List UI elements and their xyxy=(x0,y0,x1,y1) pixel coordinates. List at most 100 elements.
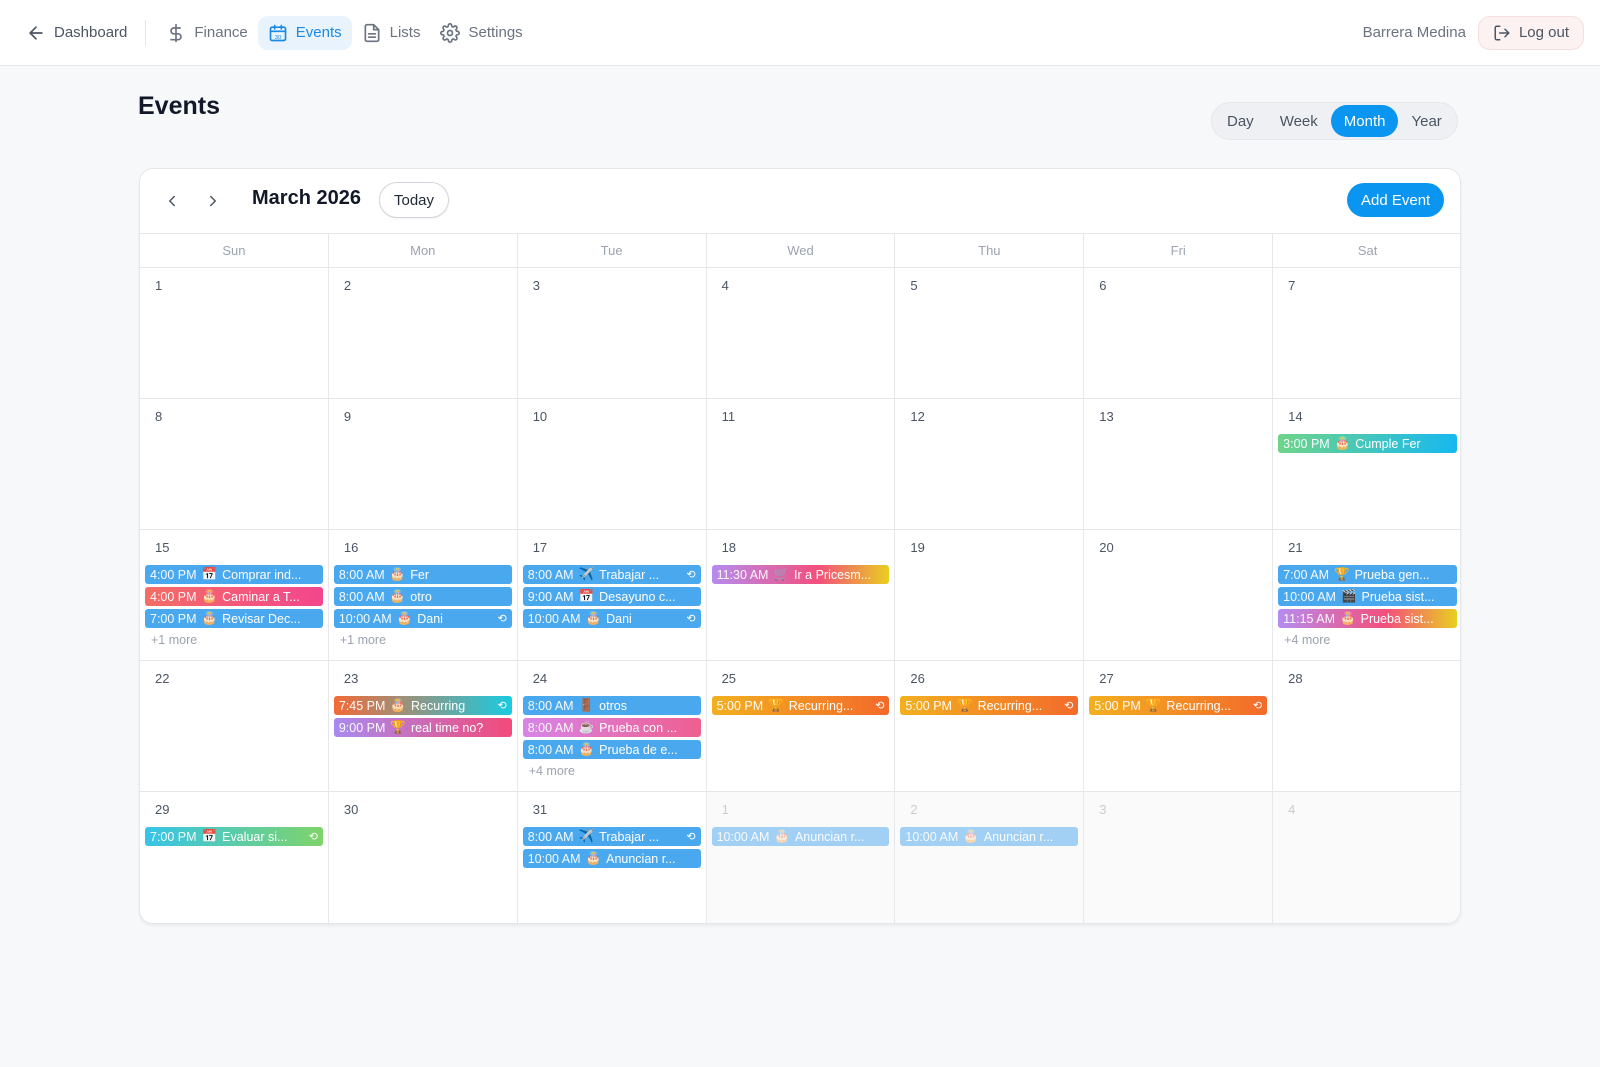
add-event-button[interactable]: Add Event xyxy=(1347,183,1445,217)
day-cell[interactable]: 29 7:00 PM 📅 Evaluar si... ⟲ xyxy=(140,792,329,923)
weekday-label: Fri xyxy=(1084,234,1274,267)
event-emoji-icon: 🚪 xyxy=(578,698,595,712)
event-chip[interactable]: 8:00 AM ☕ Prueba con ... xyxy=(522,718,701,737)
view-year-button[interactable]: Year xyxy=(1398,105,1454,137)
day-cell[interactable]: 27 5:00 PM 🏆 Recurring... ⟲ xyxy=(1084,661,1274,791)
day-cell[interactable]: 10 xyxy=(518,399,707,529)
day-cell[interactable]: 17 8:00 AM ✈️ Trabajar ... ⟲ 9:00 AM 📅 Desayuno… xyxy=(518,530,707,660)
event-chip[interactable]: 8:00 AM 🎂 otro xyxy=(333,587,512,606)
event-chip[interactable]: 7:45 PM 🎂 Recurring ⟲ xyxy=(333,696,512,715)
calendar-header: March 2026 Today Add Event xyxy=(140,169,1460,233)
day-cell[interactable]: 14 3:00 PM 🎂 Cumple Fer xyxy=(1273,399,1460,529)
event-chip[interactable]: 4:00 PM 🎂 Caminar a T... xyxy=(145,587,323,606)
day-cell[interactable]: 25 5:00 PM 🏆 Recurring... ⟲ xyxy=(707,661,896,791)
prev-month-button[interactable] xyxy=(157,186,187,216)
more-events-link[interactable]: +1 more xyxy=(334,633,512,647)
day-cell[interactable]: 23 7:45 PM 🎂 Recurring ⟲ 9:00 PM 🏆 real time no… xyxy=(329,661,518,791)
day-cell[interactable]: 4 xyxy=(1273,792,1460,923)
event-chip[interactable]: 8:00 AM 🎂 Prueba de e... xyxy=(522,740,701,759)
event-chip[interactable]: 7:00 PM 📅 Evaluar si... ⟲ xyxy=(145,827,323,846)
day-cell[interactable]: 5 xyxy=(895,268,1085,398)
view-week-button[interactable]: Week xyxy=(1267,105,1331,137)
day-cell[interactable]: 2 10:00 AM 🎂 Anuncian r... xyxy=(895,792,1085,923)
day-cell[interactable]: 1 xyxy=(140,268,329,398)
week-row: 8 9 10 11 12 13 14 3:00 PM 🎂 Cumple Fer xyxy=(140,399,1460,530)
day-cell[interactable]: 21 7:00 AM 🏆 Prueba gen... 10:00 AM 🎬 Prueba s… xyxy=(1273,530,1460,660)
day-cell[interactable]: 18 11:30 AM 🛒 Ir a Pricesm... xyxy=(707,530,896,660)
next-month-button[interactable] xyxy=(198,186,228,216)
day-cell[interactable]: 6 xyxy=(1084,268,1274,398)
day-cell[interactable]: 24 8:00 AM 🚪 otros 8:00 AM ☕ Prueba con ... 8:0… xyxy=(518,661,707,791)
event-title: Recurring... xyxy=(788,698,854,713)
event-list: 7:00 AM 🏆 Prueba gen... 10:00 AM 🎬 Prueba sis… xyxy=(1278,565,1457,628)
day-number: 12 xyxy=(910,409,925,424)
event-chip[interactable]: 8:00 AM ✈️ Trabajar ... ⟲ xyxy=(522,565,701,584)
event-chip[interactable]: 10:00 AM 🎂 Anuncian r... xyxy=(711,827,890,846)
day-cell[interactable]: 26 5:00 PM 🏆 Recurring... ⟲ xyxy=(895,661,1085,791)
nav-item-finance[interactable]: Finance xyxy=(156,16,257,50)
event-chip[interactable]: 4:00 PM 📅 Comprar ind... xyxy=(145,565,323,584)
event-chip[interactable]: 5:00 PM 🏆 Recurring... ⟲ xyxy=(1089,696,1268,715)
event-chip[interactable]: 10:00 AM 🎂 Anuncian r... xyxy=(522,849,701,868)
day-cell[interactable]: 2 xyxy=(329,268,518,398)
day-cell[interactable]: 12 xyxy=(895,399,1085,529)
day-cell[interactable]: 19 xyxy=(895,530,1085,660)
event-title: otro xyxy=(410,589,432,604)
nav-item-lists[interactable]: Lists xyxy=(352,16,431,50)
event-chip[interactable]: 11:30 AM 🛒 Ir a Pricesm... xyxy=(711,565,890,584)
logout-button[interactable]: Log out xyxy=(1477,15,1584,50)
day-cell[interactable]: 8 xyxy=(140,399,329,529)
day-cell[interactable]: 31 8:00 AM ✈️ Trabajar ... ⟲ 10:00 AM 🎂 Anuncia… xyxy=(518,792,707,923)
recurring-icon: ⟲ xyxy=(497,700,507,712)
day-cell[interactable]: 16 8:00 AM 🎂 Fer 8:00 AM 🎂 otro 10:00 AM 🎂 Dani ⟲ +… xyxy=(329,530,518,660)
event-title: Desayuno c... xyxy=(599,589,676,604)
more-events-link[interactable]: +4 more xyxy=(1278,633,1457,647)
day-cell[interactable]: 7 xyxy=(1273,268,1460,398)
event-chip[interactable]: 7:00 AM 🏆 Prueba gen... xyxy=(1278,565,1457,584)
event-emoji-icon: 🎂 xyxy=(585,851,602,865)
nav-item-settings[interactable]: Settings xyxy=(430,16,532,50)
today-button[interactable]: Today xyxy=(379,182,450,218)
day-cell[interactable]: 4 xyxy=(707,268,896,398)
event-chip[interactable]: 10:00 AM 🎬 Prueba sist... xyxy=(1278,587,1457,606)
week-row: 1 2 3 4 5 6 7 xyxy=(140,268,1460,399)
day-cell[interactable]: 11 xyxy=(707,399,896,529)
event-emoji-icon: 🎂 xyxy=(774,829,790,843)
event-chip[interactable]: 9:00 AM 📅 Desayuno c... xyxy=(522,587,701,606)
more-events-link[interactable]: +1 more xyxy=(145,633,323,647)
event-time: 8:00 AM xyxy=(527,567,574,582)
more-events-link[interactable]: +4 more xyxy=(523,764,701,778)
view-month-button[interactable]: Month xyxy=(1330,105,1399,137)
event-chip[interactable]: 3:00 PM 🎂 Cumple Fer xyxy=(1278,434,1457,453)
day-cell[interactable]: 28 xyxy=(1273,661,1460,791)
day-cell[interactable]: 3 xyxy=(518,268,707,398)
day-cell[interactable]: 15 4:00 PM 📅 Comprar ind... 4:00 PM 🎂 Caminar … xyxy=(140,530,329,660)
month-grid: Sun Mon Tue Wed Thu Fri Sat 1 2 3 4 5 6 7 8 9 10 1… xyxy=(140,233,1460,923)
event-chip[interactable]: 10:00 AM 🎂 Anuncian r... xyxy=(900,827,1079,846)
event-chip[interactable]: 8:00 AM 🎂 Fer xyxy=(333,565,512,584)
event-chip[interactable]: 8:00 AM 🚪 otros xyxy=(522,696,701,715)
event-emoji-icon: ✈️ xyxy=(578,829,595,843)
event-chip[interactable]: 9:00 PM 🏆 real time no? xyxy=(333,718,512,737)
view-day-button[interactable]: Day xyxy=(1214,105,1267,137)
day-cell[interactable]: 9 xyxy=(329,399,518,529)
event-chip[interactable]: 5:00 PM 🏆 Recurring... ⟲ xyxy=(900,696,1079,715)
back-to-dashboard-link[interactable]: Dashboard xyxy=(16,16,145,50)
day-cell[interactable]: 20 xyxy=(1084,530,1274,660)
event-chip[interactable]: 10:00 AM 🎂 Dani ⟲ xyxy=(333,609,512,628)
day-cell[interactable]: 30 xyxy=(329,792,518,923)
event-time: 10:00 AM xyxy=(716,829,770,844)
svg-text:30: 30 xyxy=(275,34,282,40)
day-cell[interactable]: 13 xyxy=(1084,399,1274,529)
day-cell[interactable]: 3 xyxy=(1084,792,1274,923)
nav-item-events[interactable]: 30 Events xyxy=(257,15,352,50)
event-chip[interactable]: 5:00 PM 🏆 Recurring... ⟲ xyxy=(711,696,890,715)
event-time: 10:00 AM xyxy=(527,611,581,626)
event-time: 5:00 PM xyxy=(1094,698,1141,713)
day-cell[interactable]: 22 xyxy=(140,661,329,791)
event-chip[interactable]: 11:15 AM 🎂 Prueba sist... xyxy=(1278,609,1457,628)
event-chip[interactable]: 10:00 AM 🎂 Dani ⟲ xyxy=(522,609,701,628)
event-chip[interactable]: 7:00 PM 🎂 Revisar Dec... xyxy=(145,609,323,628)
day-cell[interactable]: 1 10:00 AM 🎂 Anuncian r... xyxy=(706,792,896,923)
event-chip[interactable]: 8:00 AM ✈️ Trabajar ... ⟲ xyxy=(522,827,701,846)
